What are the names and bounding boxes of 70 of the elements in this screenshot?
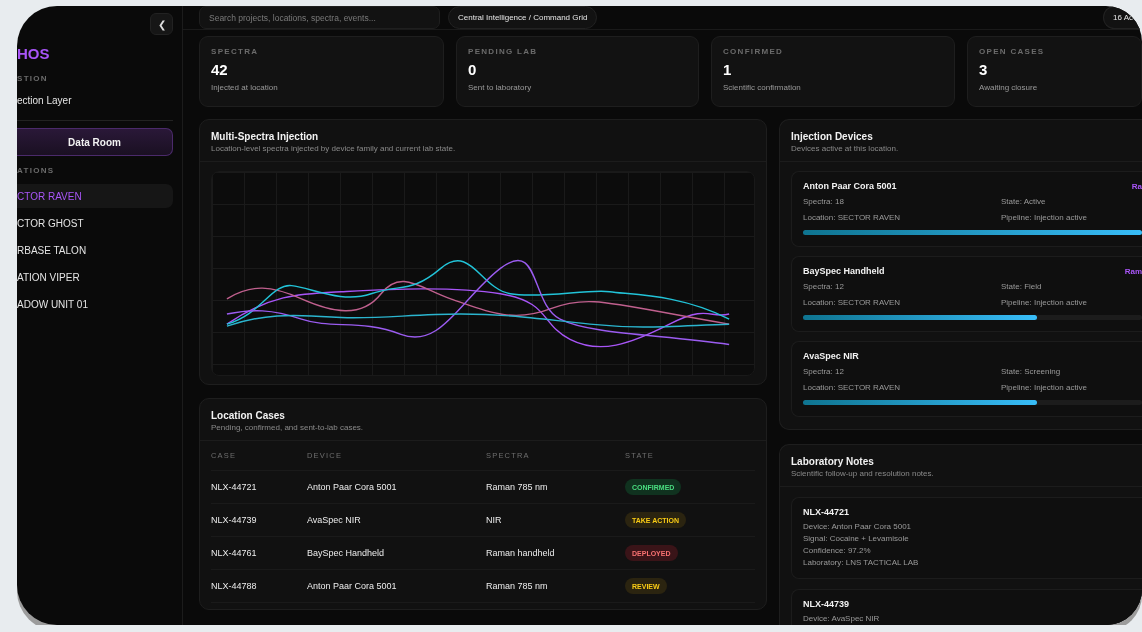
note-case-id: NLX-44721 (803, 507, 851, 517)
device-detail: Pipeline: Injection active (1001, 383, 1088, 392)
device-cell-text: Anton Paar Cora 5001 (307, 581, 398, 591)
stat-label: SPECTRA (211, 47, 260, 56)
panel-subtitle: Pending, confirmed, and sent-to-lab cases. (211, 423, 365, 432)
note-line: Device: Anton Paar Cora 5001 (803, 521, 913, 533)
device-detail: Pipeline: Injection active (1001, 298, 1088, 307)
device-tag: Ra (1131, 181, 1142, 191)
device-detail: Location: SECTOR RAVEN (803, 383, 902, 392)
note-line: Laboratory: LNS TACTICAL LAB (803, 557, 920, 569)
stat-value: 42 (211, 61, 229, 78)
panel-subtitle: Scientific follow-up and resolution notes. (791, 469, 935, 478)
location-item[interactable]: RBASE TALON (17, 238, 173, 262)
panel-title: Injection Devices (791, 131, 874, 142)
spectra-cell-text: Raman 785 nm (486, 482, 549, 492)
collapse-button[interactable]: ❮ (150, 13, 173, 35)
device-detail: Location: SECTOR RAVEN (803, 298, 902, 307)
search-field[interactable]: Search projects, locations, spectra, events... (199, 6, 440, 29)
device-detail: Spectra: 12 (803, 367, 845, 376)
spectra-cell-text: NIR (486, 515, 503, 525)
brand-name: HOS (17, 45, 51, 62)
stat-value: 3 (979, 61, 989, 78)
section-label: ATIONS (17, 166, 56, 175)
device-detail: State: Active (1001, 197, 1047, 206)
device-name: AvaSpec NIR (803, 351, 859, 361)
status-pill: 16 Ac (1103, 6, 1142, 29)
panel-title: Laboratory Notes (791, 456, 875, 467)
device-detail: State: Field (1001, 282, 1043, 291)
stat-value: 1 (723, 61, 733, 78)
device-detail: Spectra: 12 (803, 282, 845, 291)
device-cell-text: BaySpec Handheld (307, 548, 386, 558)
device-cell-text: Anton Paar Cora 5001 (307, 482, 398, 492)
location-item[interactable]: ADOW UNIT 01 (17, 292, 173, 316)
stat-caption: Scientific confirmation (723, 83, 802, 92)
panel-subtitle: Location-level spectra injected by device family and current lab state. (211, 144, 457, 153)
spectra-cell-text: Raman 785 nm (486, 581, 549, 591)
case-cell-text: NLX-44761 (211, 548, 258, 558)
stat-label: PENDING LAB (468, 47, 539, 56)
stat-label: CONFIRMED (723, 47, 785, 56)
device-name: BaySpec Handheld (803, 266, 885, 276)
stat-caption: Injected at location (211, 83, 279, 92)
stat-label: OPEN CASES (979, 47, 1046, 56)
note-line: Device: AvaSpec NIR (803, 613, 881, 625)
case-cell-text: NLX-44739 (211, 515, 258, 525)
stat-caption: Awaiting closure (979, 83, 1039, 92)
device-cell-text: AvaSpec NIR (307, 515, 362, 525)
spectra-cell-text: Raman handheld (486, 548, 556, 558)
note-line: Confidence: 97.2% (803, 545, 872, 557)
device-detail: Pipeline: Injection active (1001, 213, 1088, 222)
device-detail: State: Screening (1001, 367, 1062, 376)
breadcrumb-pill: Central Intelligence / Command Grid (448, 6, 598, 29)
device-name: Anton Paar Cora 5001 (803, 181, 897, 191)
panel-subtitle: Devices active at this location. (791, 144, 900, 153)
device-detail: Location: SECTOR RAVEN (803, 213, 902, 222)
location-item[interactable]: CTOR GHOST (17, 211, 173, 235)
location-item[interactable]: ATION VIPER (17, 265, 173, 289)
stat-value: 0 (468, 61, 478, 78)
panel-title: Location Cases (211, 410, 286, 421)
section-value: ection Layer (17, 95, 73, 106)
device-detail: Spectra: 18 (803, 197, 845, 206)
note-line: Signal: Cocaine + Levamisole (803, 533, 910, 545)
data-room-button[interactable]: Data Room (17, 128, 173, 156)
case-cell-text: NLX-44788 (211, 581, 258, 591)
stat-caption: Sent to laboratory (468, 83, 533, 92)
section-label: STION (17, 74, 49, 83)
note-case-id: NLX-44739 (803, 599, 851, 609)
device-tag: Ram (1124, 266, 1142, 276)
panel-title: Multi-Spectra Injection (211, 131, 320, 142)
location-item[interactable]: CTOR RAVEN (17, 184, 173, 208)
case-cell-text: NLX-44721 (211, 482, 258, 492)
